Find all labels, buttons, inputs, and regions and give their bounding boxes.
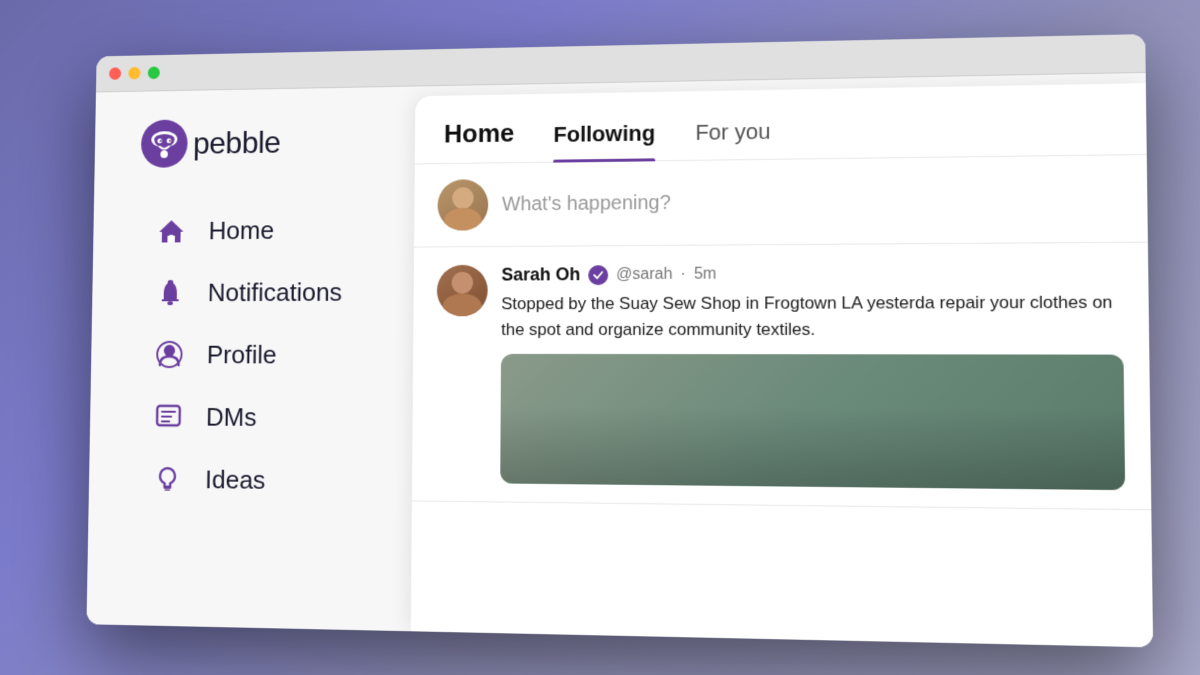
post-author-avatar [437,264,488,315]
sidebar-item-profile-label: Profile [207,339,277,369]
post-text: Stopped by the Suay Sew Shop in Frogtown… [501,289,1123,342]
home-icon [154,213,188,248]
sidebar-item-notifications-label: Notifications [208,276,343,307]
post-dot: · [680,265,685,283]
post-image [500,353,1125,489]
post-time: 5m [694,265,716,283]
sidebar-item-notifications[interactable]: Notifications [138,262,385,321]
sidebar: pebble Home [86,86,415,631]
lightbulb-icon [150,461,184,496]
logo: pebble [141,116,387,168]
sidebar-item-profile[interactable]: Profile [137,325,384,384]
tab-for-you[interactable]: For you [695,118,770,159]
logo-text: pebble [193,124,281,161]
verified-badge [588,264,608,284]
close-button[interactable] [109,67,121,80]
tabs: Home Following For you [415,83,1147,164]
post-author-name[interactable]: Sarah Oh [501,264,580,285]
sidebar-item-ideas-label: Ideas [205,464,266,495]
message-icon [151,399,185,434]
mac-window: pebble Home [86,34,1153,647]
compose-area: What's happening? [414,155,1148,248]
sidebar-item-home-label: Home [208,215,274,246]
person-icon [152,337,186,372]
window-body: pebble Home [86,72,1153,646]
feed: Sarah Oh @sarah · 5m Stopped by the Suay… [411,242,1153,647]
post-handle: @sarah [616,265,672,283]
tab-following[interactable]: Following [553,120,655,161]
compose-placeholder[interactable]: What's happening? [502,186,1122,215]
nav-items: Home Notifications [135,199,385,510]
logo-icon [141,119,188,168]
maximize-button[interactable] [148,66,160,79]
main-content: Home Following For you What's happening?… [411,83,1153,647]
post-item: Sarah Oh @sarah · 5m Stopped by the Suay… [412,242,1151,510]
tab-home[interactable]: Home [444,117,515,162]
bell-icon [153,275,187,310]
sidebar-item-dms-label: DMs [206,401,257,432]
minimize-button[interactable] [128,66,140,79]
sidebar-item-dms[interactable]: DMs [136,387,384,447]
sidebar-item-ideas[interactable]: Ideas [135,449,383,511]
post-header: Sarah Oh @sarah · 5m [501,261,1122,285]
post-content: Sarah Oh @sarah · 5m Stopped by the Suay… [500,261,1125,490]
sidebar-item-home[interactable]: Home [139,199,385,259]
user-avatar [437,179,488,231]
